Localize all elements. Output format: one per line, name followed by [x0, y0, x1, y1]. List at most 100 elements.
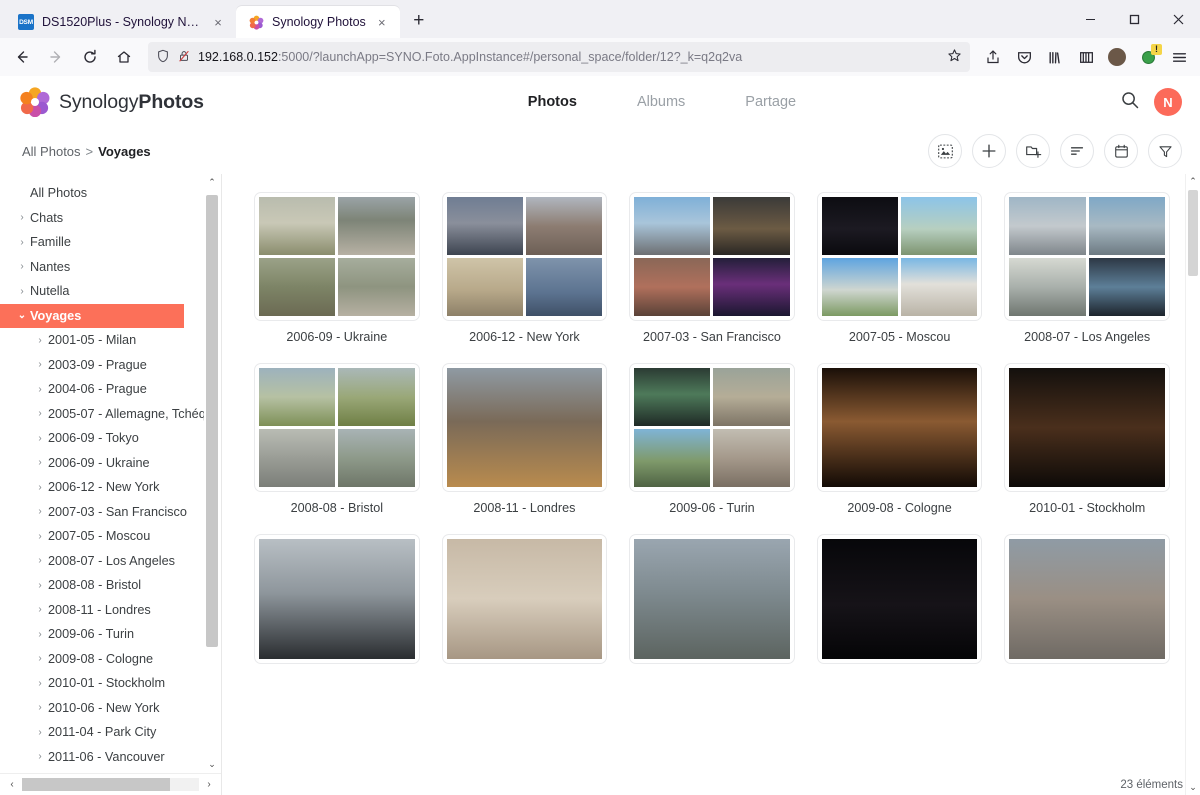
add-button[interactable]: [972, 134, 1006, 168]
folder-thumbnail[interactable]: [1004, 363, 1170, 493]
sidebar-item-2010-06-new-york[interactable]: › 2010-06 - New York: [0, 696, 201, 721]
folder-thumbnail[interactable]: [254, 363, 420, 493]
reload-icon[interactable]: [74, 41, 106, 73]
filter-button[interactable]: [1148, 134, 1182, 168]
folder-cell[interactable]: 2009-06 - Turin: [629, 363, 795, 528]
browser-tab-synology-photos[interactable]: Synology Photos ×: [236, 6, 400, 38]
sidebar-item-2010-01-stockholm[interactable]: › 2010-01 - Stockholm: [0, 671, 201, 696]
chevron-right-icon[interactable]: ›: [14, 212, 30, 223]
folder-thumbnail[interactable]: [816, 192, 983, 322]
account-avatar-icon[interactable]: [1102, 42, 1132, 72]
chevron-right-icon[interactable]: ›: [32, 482, 48, 493]
folder-cell[interactable]: 2008-11 - Londres: [441, 363, 608, 528]
folder-thumbnail[interactable]: [254, 534, 420, 664]
tab-albums[interactable]: Albums: [635, 90, 687, 114]
tab-photos[interactable]: Photos: [526, 90, 579, 114]
close-icon[interactable]: ×: [374, 14, 390, 30]
extension-icon[interactable]: !: [1133, 42, 1163, 72]
scroll-up-icon[interactable]: ⌃: [1186, 174, 1200, 189]
folder-thumbnail[interactable]: [629, 363, 795, 493]
chevron-right-icon[interactable]: ›: [32, 629, 48, 640]
chevron-down-icon[interactable]: ⌄: [14, 310, 30, 321]
folder-cell[interactable]: 2009-08 - Cologne: [816, 363, 983, 528]
folder-thumbnail[interactable]: [1004, 192, 1170, 322]
sidebar-item-2009-06-turin[interactable]: › 2009-06 - Turin: [0, 622, 201, 647]
chevron-right-icon[interactable]: ›: [32, 433, 48, 444]
app-menu-icon[interactable]: [1164, 42, 1194, 72]
folder-cell[interactable]: 2006-12 - New York: [441, 192, 608, 357]
new-tab-button[interactable]: +: [404, 6, 434, 36]
new-folder-button[interactable]: [1016, 134, 1050, 168]
folder-thumbnail[interactable]: [441, 363, 608, 493]
sidebar-item-famille[interactable]: › Famille: [0, 230, 201, 255]
tab-partage[interactable]: Partage: [743, 90, 798, 114]
scroll-right-icon[interactable]: ›: [199, 777, 219, 793]
chevron-right-icon[interactable]: ›: [14, 237, 30, 248]
chevron-right-icon[interactable]: ›: [32, 580, 48, 591]
calendar-button[interactable]: [1104, 134, 1138, 168]
scrollbar-thumb[interactable]: [206, 195, 218, 647]
main-vertical-scrollbar[interactable]: ⌃ ⌄: [1185, 174, 1200, 795]
sidebar-item-2008-07-los-angeles[interactable]: › 2008-07 - Los Angeles: [0, 549, 201, 574]
sidebar-horizontal-scrollbar[interactable]: ‹ ›: [0, 773, 221, 795]
chevron-right-icon[interactable]: ›: [32, 604, 48, 615]
sidebar-item-voyages[interactable]: ⌄ Voyages: [0, 303, 184, 328]
sidebar-item-nantes[interactable]: › Nantes: [0, 255, 201, 280]
sidebar-item-2001-05-milan[interactable]: › 2001-05 - Milan: [0, 328, 201, 353]
folder-cell[interactable]: 2006-09 - Ukraine: [254, 192, 420, 357]
chevron-right-icon[interactable]: ›: [32, 531, 48, 542]
hscrollbar-thumb[interactable]: [22, 778, 170, 791]
chevron-right-icon[interactable]: ›: [32, 457, 48, 468]
back-icon[interactable]: [6, 41, 38, 73]
breadcrumb-root[interactable]: All Photos: [22, 144, 81, 159]
chevron-right-icon[interactable]: ›: [32, 335, 48, 346]
sidebar-icon[interactable]: [1071, 42, 1101, 72]
folder-thumbnail[interactable]: [1004, 534, 1170, 664]
chevron-right-icon[interactable]: ›: [32, 727, 48, 738]
sidebar-vertical-scrollbar[interactable]: ⌃ ⌄: [204, 174, 220, 773]
chevron-right-icon[interactable]: ›: [14, 286, 30, 297]
folder-thumbnail[interactable]: [816, 363, 983, 493]
address-bar[interactable]: 192.168.0.152:5000/?launchApp=SYNO.Foto.…: [148, 42, 970, 72]
sidebar-item-2003-09-prague[interactable]: › 2003-09 - Prague: [0, 353, 201, 378]
chevron-right-icon[interactable]: ›: [32, 702, 48, 713]
folder-cell[interactable]: 2008-07 - Los Angeles: [1004, 192, 1170, 357]
star-icon[interactable]: [947, 48, 962, 66]
folder-thumbnail[interactable]: [629, 192, 795, 322]
sidebar-item-2005-07-allemagne-tch-qui[interactable]: › 2005-07 - Allemagne, Tchéqui: [0, 402, 215, 427]
sidebar-item-2008-11-londres[interactable]: › 2008-11 - Londres: [0, 598, 201, 623]
scroll-up-icon[interactable]: ⌃: [204, 174, 220, 191]
shield-icon[interactable]: [156, 49, 170, 66]
maximize-icon[interactable]: [1112, 0, 1156, 38]
sidebar-item-2004-06-prague[interactable]: › 2004-06 - Prague: [0, 377, 201, 402]
close-icon[interactable]: ×: [210, 14, 226, 30]
folder-thumbnail[interactable]: [629, 534, 795, 664]
brand[interactable]: SynologyPhotos: [20, 87, 204, 118]
folder-cell[interactable]: 2007-05 - Moscou: [816, 192, 983, 357]
folder-cell[interactable]: 2007-03 - San Francisco: [629, 192, 795, 357]
home-icon[interactable]: [108, 41, 140, 73]
folder-thumbnail[interactable]: [254, 192, 420, 322]
chevron-right-icon[interactable]: ›: [32, 555, 48, 566]
sort-button[interactable]: [1060, 134, 1094, 168]
folder-cell[interactable]: [1004, 534, 1170, 664]
forward-icon[interactable]: [40, 41, 72, 73]
share-icon[interactable]: [978, 42, 1008, 72]
chevron-right-icon[interactable]: ›: [32, 678, 48, 689]
pocket-icon[interactable]: [1009, 42, 1039, 72]
folder-cell[interactable]: [441, 534, 608, 664]
sidebar-item-2011-06-vancouver[interactable]: › 2011-06 - Vancouver: [0, 745, 201, 770]
sidebar-item-2006-09-ukraine[interactable]: › 2006-09 - Ukraine: [0, 451, 201, 476]
close-window-icon[interactable]: [1156, 0, 1200, 38]
chevron-right-icon[interactable]: ›: [14, 261, 30, 272]
sidebar-item-chats[interactable]: › Chats: [0, 206, 201, 231]
folder-cell[interactable]: [629, 534, 795, 664]
chevron-right-icon[interactable]: ›: [32, 751, 48, 762]
select-photos-button[interactable]: [928, 134, 962, 168]
lock-crossed-icon[interactable]: [177, 49, 191, 66]
sidebar-item-2007-03-san-francisco[interactable]: › 2007-03 - San Francisco: [0, 500, 201, 525]
sidebar-item-2011-04-park-city[interactable]: › 2011-04 - Park City: [0, 720, 201, 745]
folder-thumbnail[interactable]: [441, 192, 608, 322]
hscrollbar-track[interactable]: [22, 778, 199, 791]
search-icon[interactable]: [1120, 90, 1140, 115]
